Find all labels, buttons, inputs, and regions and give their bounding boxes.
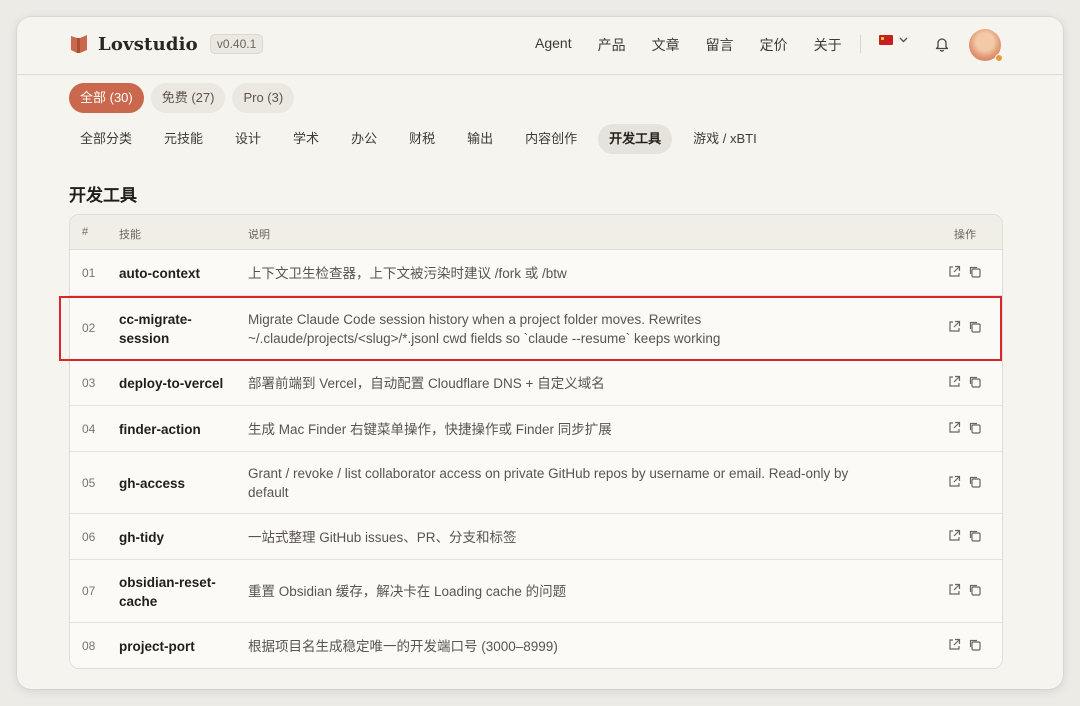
row-actions <box>948 421 988 435</box>
table-row[interactable]: 06 gh-tidy 一站式整理 GitHub issues、PR、分支和标签 <box>70 514 1002 560</box>
row-num: 07 <box>82 584 96 598</box>
external-link-icon[interactable] <box>948 265 962 279</box>
category-tabs: 全部分类 元技能 设计 学术 办公 财税 输出 内容创作 开发工具 游戏 / x… <box>69 124 778 154</box>
tab-meta-skills[interactable]: 元技能 <box>153 124 214 154</box>
table-row[interactable]: 03 deploy-to-vercel 部署前端到 Vercel，自动配置 Cl… <box>70 361 1002 406</box>
row-num: 03 <box>82 376 96 390</box>
table-row[interactable]: 08 project-port 根据项目名生成稳定唯一的开发端口号 (3000–… <box>70 623 1002 668</box>
nav-item-articles[interactable]: 文章 <box>652 35 680 55</box>
tab-academic[interactable]: 学术 <box>282 124 330 154</box>
skill-name[interactable]: project-port <box>119 637 237 656</box>
table-header: # 技能 说明 操作 <box>70 215 1002 250</box>
top-header: Lovstudio v0.40.1 Agent 产品 文章 留言 定价 关于 <box>17 17 1063 75</box>
tab-finance-tax[interactable]: 财税 <box>398 124 446 154</box>
nav-item-guestbook[interactable]: 留言 <box>706 35 734 55</box>
copy-icon[interactable] <box>968 529 982 543</box>
skill-desc: 上下文卫生检查器，上下文被污染时建议 /fork 或 /btw <box>248 266 567 281</box>
row-num: 02 <box>82 321 96 335</box>
row-actions <box>948 475 988 489</box>
skill-desc: 根据项目名生成稳定唯一的开发端口号 (3000–8999) <box>248 639 558 654</box>
row-actions <box>948 265 988 279</box>
skill-desc: 部署前端到 Vercel，自动配置 Cloudflare DNS + 自定义域名 <box>248 376 605 391</box>
copy-icon[interactable] <box>968 375 982 389</box>
logo[interactable]: Lovstudio v0.40.1 <box>69 33 264 55</box>
skill-name[interactable]: gh-access <box>119 474 237 493</box>
skill-desc: Grant / revoke / list collaborator acces… <box>248 466 849 500</box>
copy-icon[interactable] <box>968 638 982 652</box>
nav-item-products[interactable]: 产品 <box>598 35 626 55</box>
skill-name[interactable]: obsidian-reset-cache <box>119 573 237 611</box>
nav-item-about[interactable]: 关于 <box>814 35 842 55</box>
row-actions <box>948 320 988 334</box>
pricing-filter: 全部 (30) 免费 (27) Pro (3) <box>69 83 301 113</box>
skill-desc: Migrate Claude Code session history when… <box>248 312 721 346</box>
row-actions <box>948 638 988 652</box>
skill-name[interactable]: cc-migrate-session <box>119 310 237 348</box>
app-window: Lovstudio v0.40.1 Agent 产品 文章 留言 定价 关于 全… <box>17 17 1063 689</box>
filter-all[interactable]: 全部 (30) <box>69 83 144 113</box>
filter-free[interactable]: 免费 (27) <box>150 83 226 113</box>
copy-icon[interactable] <box>968 320 982 334</box>
row-actions <box>948 375 988 389</box>
external-link-icon[interactable] <box>948 320 962 334</box>
copy-icon[interactable] <box>968 421 982 435</box>
brand-name: Lovstudio <box>98 33 198 55</box>
row-num: 01 <box>82 266 96 280</box>
external-link-icon[interactable] <box>948 583 962 597</box>
skill-desc: 重置 Obsidian 缓存，解决卡在 Loading cache 的问题 <box>248 584 567 599</box>
row-num: 04 <box>82 422 96 436</box>
nav-divider <box>860 35 861 53</box>
chevron-down-icon <box>899 37 908 43</box>
nav-item-pricing[interactable]: 定价 <box>760 35 788 55</box>
tab-output[interactable]: 输出 <box>456 124 504 154</box>
skills-table: # 技能 说明 操作 01 auto-context 上下文卫生检查器，上下文被… <box>69 214 1003 669</box>
version-badge: v0.40.1 <box>209 34 264 54</box>
row-actions <box>948 529 988 543</box>
copy-icon[interactable] <box>968 475 982 489</box>
skill-name[interactable]: gh-tidy <box>119 528 237 547</box>
copy-icon[interactable] <box>968 583 982 597</box>
table-row[interactable]: 02 cc-migrate-session Migrate Claude Cod… <box>70 296 1002 361</box>
nav-item-agent[interactable]: Agent <box>535 35 572 55</box>
skill-name[interactable]: finder-action <box>119 420 237 439</box>
tab-games[interactable]: 游戏 / xBTI <box>682 124 768 154</box>
tab-all-categories[interactable]: 全部分类 <box>69 124 143 154</box>
skill-desc: 一站式整理 GitHub issues、PR、分支和标签 <box>248 530 517 545</box>
table-row[interactable]: 01 auto-context 上下文卫生检查器，上下文被污染时建议 /fork… <box>70 250 1002 296</box>
main-nav: Agent 产品 文章 留言 定价 关于 <box>535 35 868 55</box>
skill-name[interactable]: auto-context <box>119 264 237 283</box>
row-num: 05 <box>82 476 96 490</box>
header-actions: 操作 <box>954 229 976 241</box>
language-selector[interactable] <box>879 35 908 45</box>
section-title: 开发工具 <box>69 186 137 205</box>
external-link-icon[interactable] <box>948 529 962 543</box>
skill-name[interactable]: deploy-to-vercel <box>119 374 237 393</box>
row-num: 06 <box>82 530 96 544</box>
china-flag-icon <box>879 35 893 45</box>
lovstudio-logo-icon <box>71 35 87 53</box>
table-row[interactable]: 07 obsidian-reset-cache 重置 Obsidian 缓存，解… <box>70 560 1002 623</box>
copy-icon[interactable] <box>968 265 982 279</box>
table-row[interactable]: 05 gh-access Grant / revoke / list colla… <box>70 452 1002 514</box>
skill-desc: 生成 Mac Finder 右键菜单操作，快捷操作或 Finder 同步扩展 <box>248 422 612 437</box>
tab-design[interactable]: 设计 <box>224 124 272 154</box>
table-row[interactable]: 04 finder-action 生成 Mac Finder 右键菜单操作，快捷… <box>70 406 1002 452</box>
tab-dev-tools[interactable]: 开发工具 <box>598 124 673 154</box>
header-desc: 说明 <box>248 229 270 241</box>
filter-pro[interactable]: Pro (3) <box>232 83 295 113</box>
status-dot <box>995 54 1003 62</box>
external-link-icon[interactable] <box>948 475 962 489</box>
tab-office[interactable]: 办公 <box>340 124 388 154</box>
row-num: 08 <box>82 639 96 653</box>
external-link-icon[interactable] <box>948 375 962 389</box>
row-actions <box>948 583 988 597</box>
bell-icon[interactable] <box>935 36 949 52</box>
external-link-icon[interactable] <box>948 421 962 435</box>
external-link-icon[interactable] <box>948 638 962 652</box>
tab-content-creation[interactable]: 内容创作 <box>514 124 588 154</box>
header-num: # <box>82 226 89 238</box>
header-skill: 技能 <box>119 229 141 241</box>
